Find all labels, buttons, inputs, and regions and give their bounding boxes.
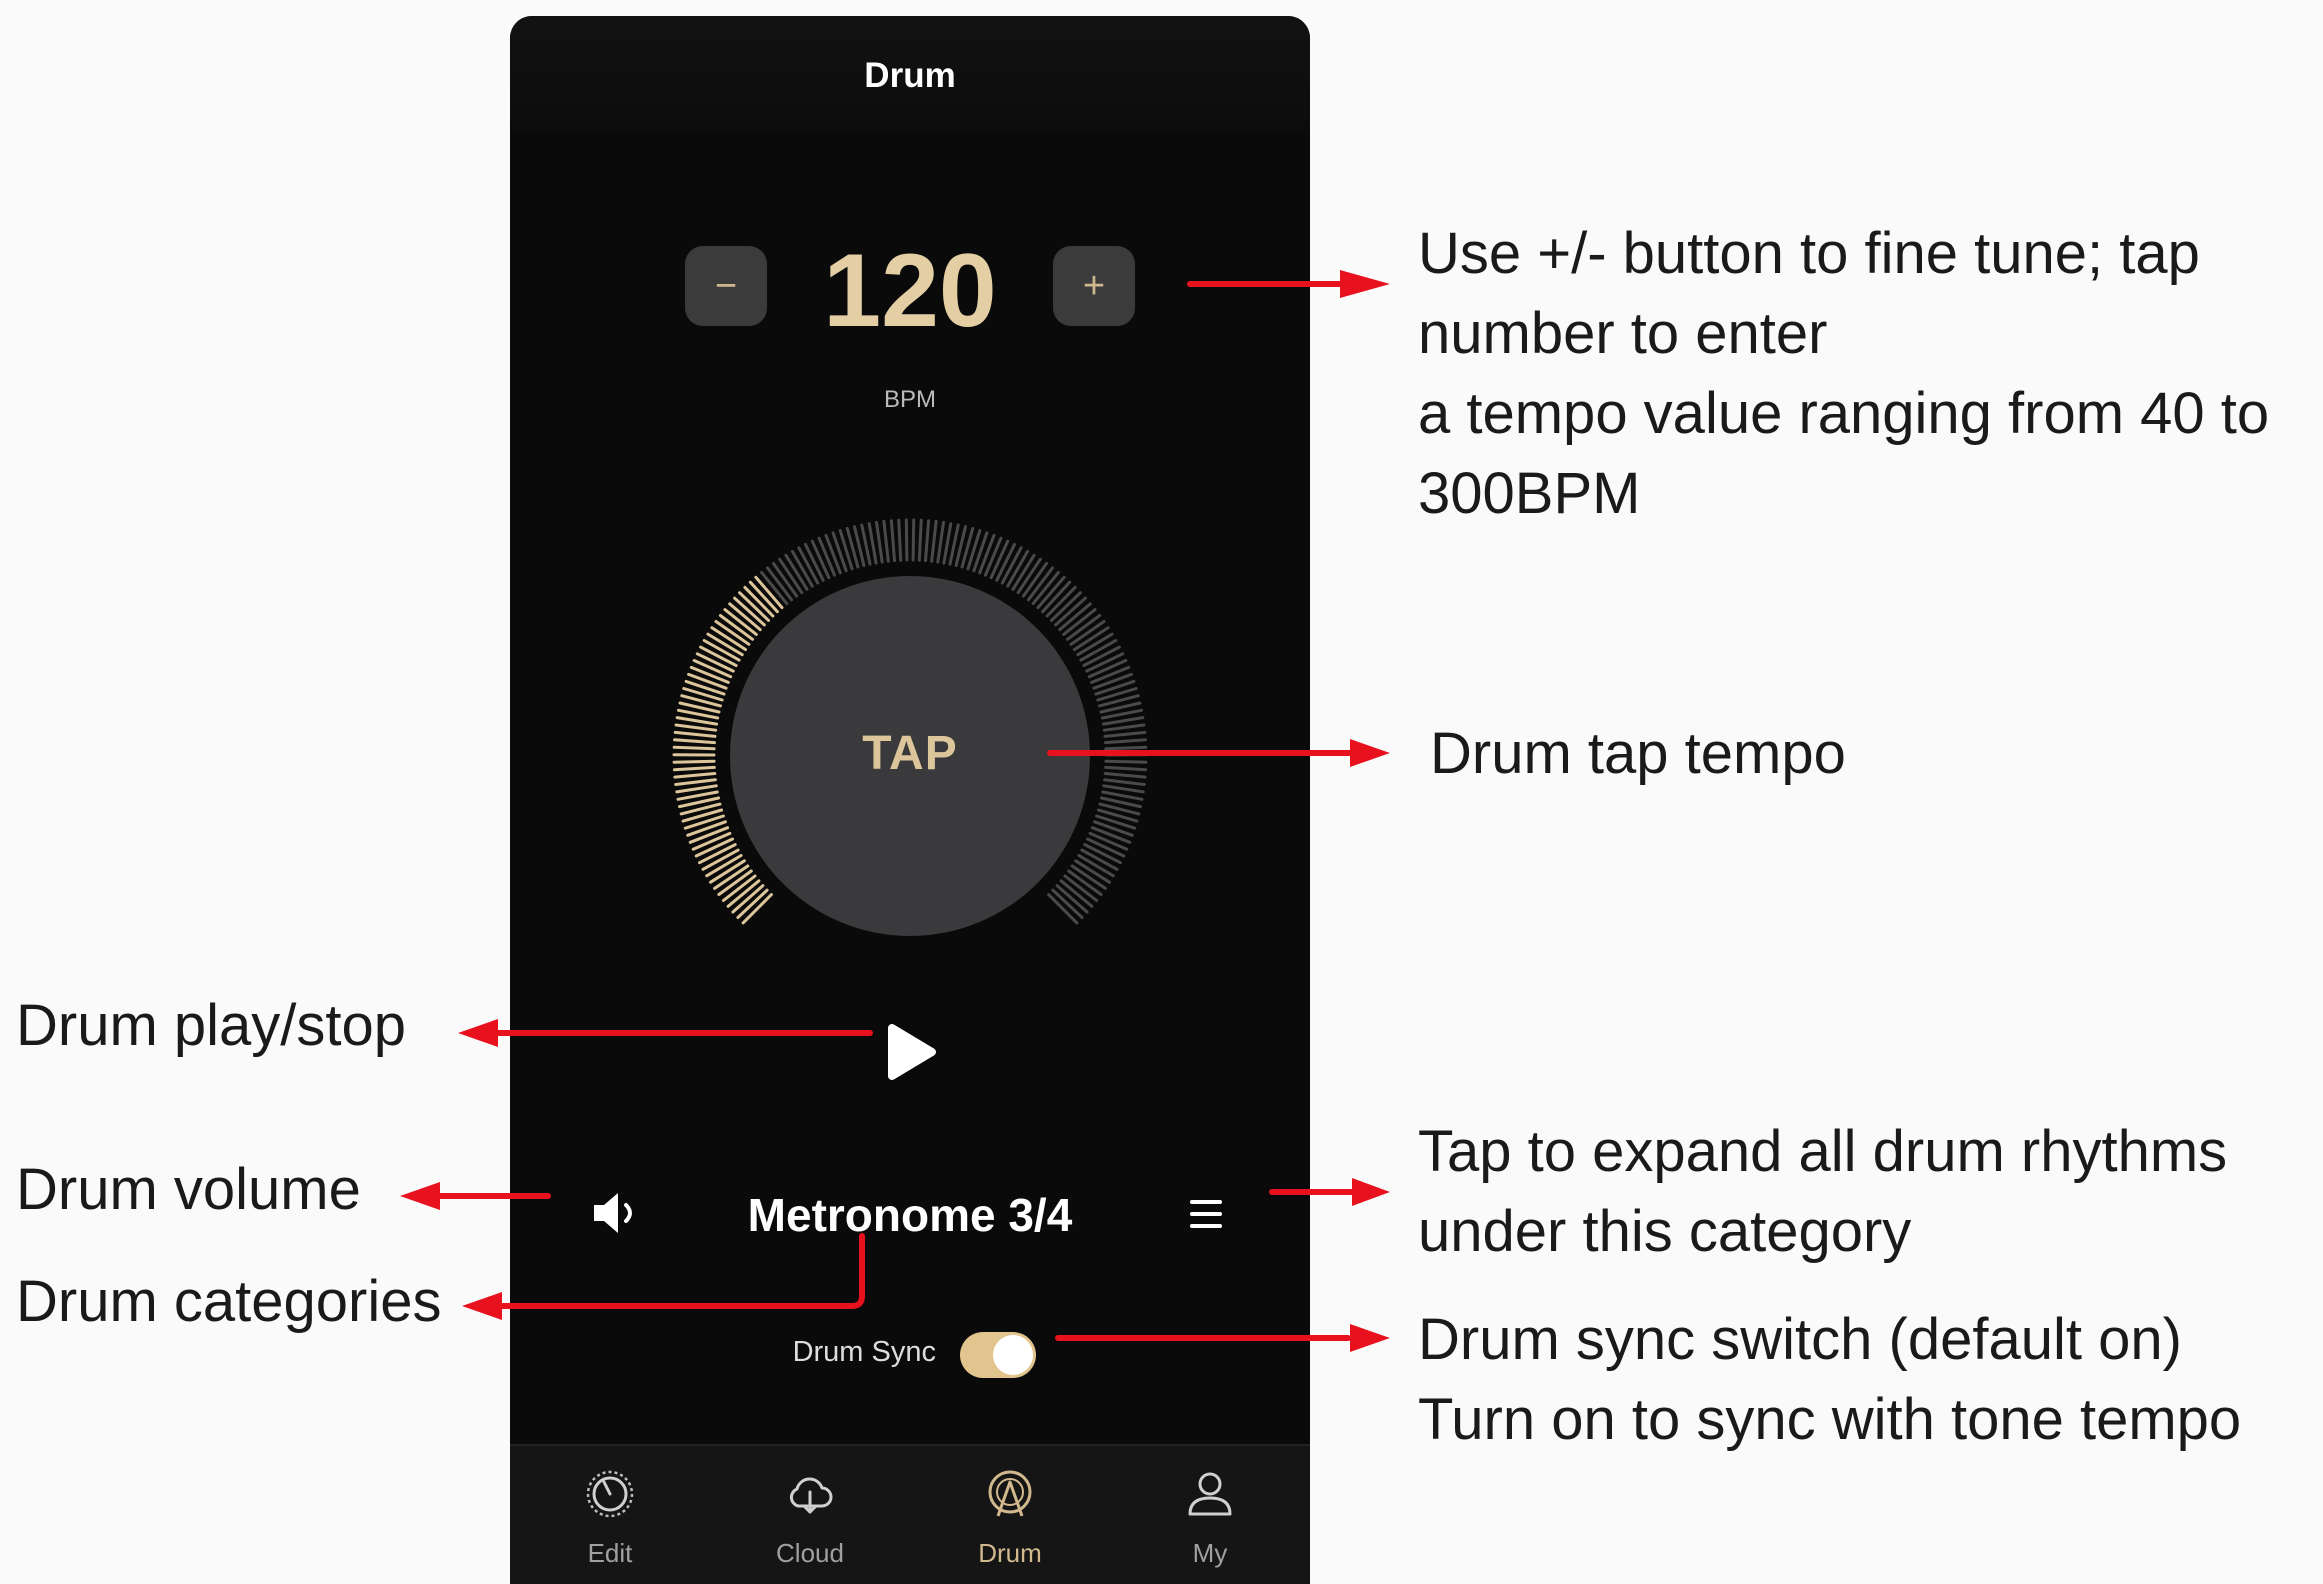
drum-sync-label: Drum Sync: [792, 1336, 936, 1368]
tempo-annotation: Use +/- button to fine tune; tap number …: [1418, 214, 2269, 534]
ring-tick: [897, 518, 903, 562]
ring-tick: [1102, 723, 1146, 732]
ring-tick: [889, 519, 896, 563]
ring-tick: [1104, 759, 1148, 764]
ring-tick: [1103, 778, 1146, 786]
ring-tick: [686, 820, 727, 837]
ring-tick: [1103, 730, 1147, 738]
cloud-icon: [789, 1477, 833, 1514]
annotation-line: under this category: [1418, 1199, 1912, 1264]
ring-tick: [1102, 784, 1145, 794]
annotation-line: a tempo value ranging from 40 to: [1418, 381, 2270, 446]
knob-icon: [586, 1470, 634, 1518]
ring-tick: [936, 520, 945, 564]
ring-tick: [930, 519, 938, 563]
ring-tick: [1104, 745, 1148, 751]
ring-tick: [672, 745, 716, 751]
drum-sync-toggle[interactable]: [960, 1332, 1036, 1378]
ring-tick: [875, 520, 884, 564]
annotation-line: 300BPM: [1418, 461, 1641, 526]
tab-bar: Edit Cloud Drum My: [510, 1444, 1310, 1584]
ring-tick: [1090, 665, 1131, 684]
page-title: Drum: [864, 56, 956, 95]
tap-tempo-button[interactable]: TAP: [730, 576, 1090, 936]
ring-tick: [672, 765, 716, 772]
tempo-value[interactable]: 120: [780, 231, 1040, 351]
toggle-knob: [993, 1335, 1033, 1375]
tempo-decrease-button[interactable]: −: [685, 246, 767, 326]
title-bar: Drum: [510, 16, 1310, 134]
ring-tick: [1104, 738, 1147, 745]
ring-tick: [675, 716, 719, 726]
tab-label: Drum: [978, 1538, 1042, 1568]
ring-tick: [674, 723, 718, 732]
ring-tick: [942, 522, 953, 565]
tab-drum[interactable]: Drum: [910, 1446, 1110, 1584]
tap-annotation: Drum tap tempo: [1430, 721, 1846, 786]
tab-my[interactable]: My: [1110, 1446, 1310, 1584]
ring-tick: [882, 519, 890, 563]
tempo-increase-button[interactable]: +: [1053, 246, 1135, 326]
play-icon[interactable]: [882, 1022, 938, 1082]
ring-tick: [1101, 716, 1145, 726]
tap-label: TAP: [862, 727, 958, 780]
ring-tick: [672, 759, 716, 764]
ring-tick: [824, 533, 842, 575]
tempo-unit-label: BPM: [883, 386, 936, 413]
phone-screen: Drum − 120 + BPM TAP Metronome 3/4 Drum …: [510, 16, 1310, 1584]
volume-icon[interactable]: [590, 1189, 646, 1237]
user-icon: [1188, 1472, 1232, 1516]
ring-tick: [687, 672, 728, 690]
ring-tick: [689, 665, 730, 684]
tab-edit[interactable]: Edit: [510, 1446, 710, 1584]
ring-tick: [867, 522, 878, 565]
tab-label: Cloud: [776, 1538, 844, 1568]
list-annotation: Tap to expand all drum rhythms under thi…: [1418, 1112, 2227, 1272]
ring-tick: [1092, 672, 1133, 690]
annotation-line: number to enter: [1418, 301, 1828, 366]
ring-tick: [1104, 765, 1148, 772]
ring-tick: [1090, 826, 1132, 844]
tab-label: Edit: [587, 1538, 633, 1568]
annotated-screenshot: Drum − 120 + BPM TAP Metronome 3/4 Drum …: [0, 0, 2323, 1584]
ring-tick: [1103, 772, 1147, 779]
ring-tick: [924, 519, 931, 563]
ring-tick: [673, 772, 717, 779]
annotation-line: Turn on to sync with tone tempo: [1418, 1387, 2242, 1452]
ring-tick: [904, 518, 909, 562]
ring-tick: [675, 784, 718, 794]
ring-tick: [1093, 820, 1134, 837]
ring-tick: [917, 518, 923, 562]
ring-tick: [978, 533, 996, 575]
ring-tick: [911, 518, 916, 562]
volume-annotation: Drum volume: [16, 1157, 361, 1222]
categories-annotation: Drum categories: [16, 1269, 442, 1334]
annotation-line: Tap to expand all drum rhythms: [1418, 1119, 2228, 1184]
annotation-line: Use +/- button to fine tune; tap: [1418, 221, 2200, 286]
tab-cloud[interactable]: Cloud: [710, 1446, 910, 1584]
play-annotation: Drum play/stop: [16, 993, 407, 1058]
sync-annotation: Drum sync switch (default on) Turn on to…: [1418, 1300, 2241, 1460]
rhythm-category-name[interactable]: Metronome 3/4: [690, 1188, 1130, 1242]
ring-tick: [673, 738, 716, 745]
menu-list-icon[interactable]: [1186, 1196, 1226, 1232]
annotation-line: Drum sync switch (default on): [1418, 1307, 2182, 1372]
ring-tick: [674, 778, 717, 786]
drum-icon: [988, 1470, 1032, 1517]
tab-label: My: [1192, 1538, 1228, 1568]
ring-tick: [688, 826, 730, 844]
ring-tick: [673, 730, 717, 738]
